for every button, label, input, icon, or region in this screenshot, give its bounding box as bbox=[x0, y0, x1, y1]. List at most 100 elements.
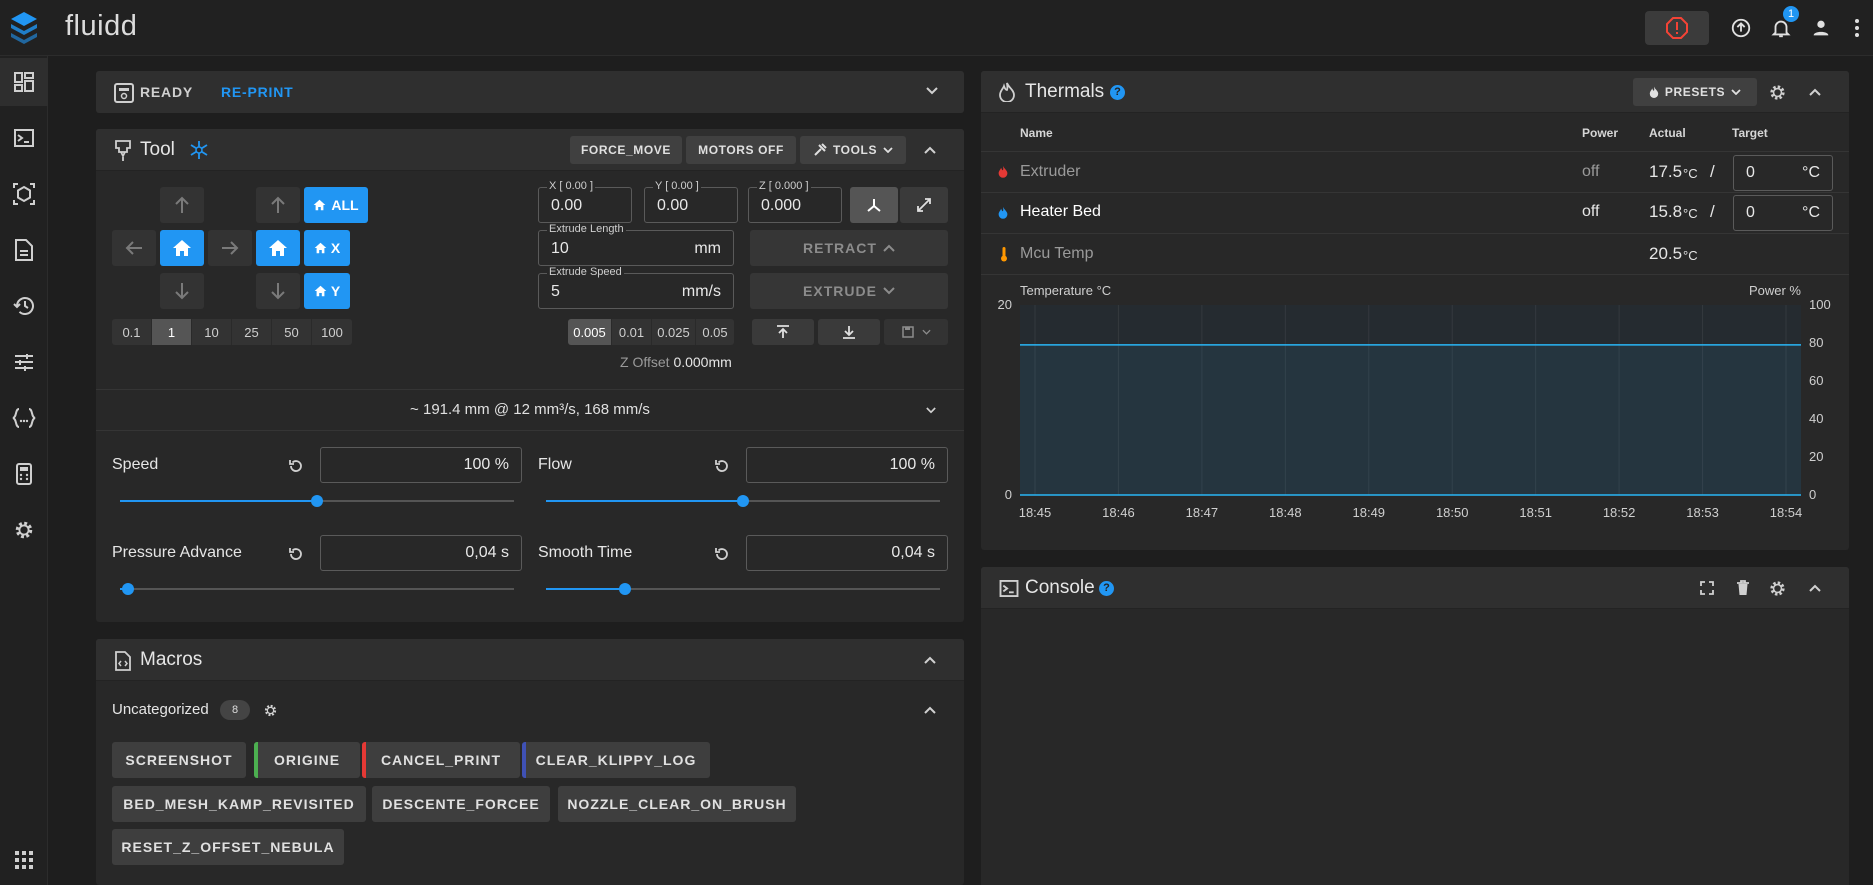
nav-tune[interactable] bbox=[0, 338, 48, 386]
macro-descente-forcee-button[interactable]: DESCENTE_FORCEE bbox=[372, 786, 550, 822]
gear-icon[interactable] bbox=[1768, 579, 1787, 598]
save-z-offset-button[interactable] bbox=[884, 319, 948, 345]
home-all-button[interactable]: ALL bbox=[304, 187, 368, 223]
macro-clear-klippy-log-button[interactable]: CLEAR_KLIPPY_LOG bbox=[522, 742, 710, 778]
reset-icon[interactable] bbox=[288, 458, 304, 474]
speed-slider-thumb[interactable] bbox=[311, 495, 323, 507]
jog-y-minus-button[interactable] bbox=[160, 273, 204, 309]
move-absolute-toggle[interactable] bbox=[850, 187, 898, 223]
smooth-time-slider-thumb[interactable] bbox=[619, 583, 631, 595]
macro-bed-mesh-kamp-revisited-button[interactable]: BED_MESH_KAMP_REVISITED bbox=[112, 786, 366, 822]
nav-dashboard[interactable] bbox=[0, 58, 48, 106]
z-step-0-01[interactable]: 0.01 bbox=[612, 319, 652, 345]
chevron-down-icon[interactable] bbox=[926, 87, 938, 95]
position-y-field[interactable]: Y [ 0.00 ] 0.00 bbox=[644, 180, 738, 223]
jog-y-plus-button[interactable] bbox=[160, 187, 204, 223]
help-icon[interactable]: ? bbox=[1099, 581, 1114, 596]
emergency-stop-button[interactable] bbox=[1645, 11, 1709, 45]
thermals-card-header: Thermals ? PRESETS bbox=[981, 71, 1849, 113]
pressure-advance-slider-thumb[interactable] bbox=[122, 583, 134, 595]
jog-z-plus-button[interactable] bbox=[256, 187, 300, 223]
console-output[interactable] bbox=[981, 610, 1849, 885]
z-step-0-005[interactable]: 0.005 bbox=[568, 319, 612, 345]
chevron-up-icon[interactable] bbox=[1809, 584, 1821, 592]
jog-x-plus-button[interactable] bbox=[208, 230, 252, 266]
extrude-speed-field[interactable]: Extrude Speed 5 mm/s bbox=[538, 266, 734, 309]
fullscreen-icon[interactable] bbox=[1700, 581, 1714, 595]
nav-calculator[interactable] bbox=[0, 450, 48, 498]
notifications-button[interactable]: 1 bbox=[1761, 0, 1801, 56]
reset-icon[interactable] bbox=[714, 546, 730, 562]
nav-history[interactable] bbox=[0, 282, 48, 330]
nav-printer[interactable] bbox=[0, 170, 48, 218]
nav-console[interactable] bbox=[0, 114, 48, 162]
tools-menu-button[interactable]: TOOLS bbox=[800, 136, 906, 164]
upload-button[interactable] bbox=[1721, 0, 1761, 56]
home-x-button[interactable]: X bbox=[304, 230, 350, 266]
flow-input[interactable]: 100 % bbox=[746, 447, 948, 483]
nav-files[interactable] bbox=[0, 226, 48, 274]
heater-target-input[interactable]: 0 °C bbox=[1733, 195, 1833, 231]
extrusion-summary-row[interactable]: ~ 191.4 mm @ 12 mm³/s, 168 mm/s bbox=[96, 390, 964, 430]
tool-card-header: Tool FORCE_MOVE MOTORS OFF TOOLS bbox=[96, 129, 964, 171]
gear-icon[interactable] bbox=[263, 703, 278, 718]
motors-off-button[interactable]: MOTORS OFF bbox=[686, 136, 796, 164]
sensor-name[interactable]: Mcu Temp bbox=[1020, 245, 1094, 263]
home-xy-button[interactable] bbox=[160, 230, 204, 266]
snowflake-fan-icon[interactable] bbox=[188, 140, 210, 160]
step-1[interactable]: 1 bbox=[152, 319, 192, 345]
nav-macros-config[interactable] bbox=[0, 394, 48, 442]
reset-icon[interactable] bbox=[288, 546, 304, 562]
speed-input[interactable]: 100 % bbox=[320, 447, 522, 483]
home-z-button[interactable] bbox=[256, 230, 300, 266]
z-down-button[interactable] bbox=[818, 319, 880, 345]
presets-menu-button[interactable]: PRESETS bbox=[1633, 78, 1757, 106]
position-x-field[interactable]: X [ 0.00 ] 0.00 bbox=[538, 180, 632, 223]
macro-screenshot-button[interactable]: SCREENSHOT bbox=[112, 742, 246, 778]
fluidd-logo-icon[interactable] bbox=[0, 0, 48, 56]
z-step-0-025[interactable]: 0.025 bbox=[652, 319, 696, 345]
user-button[interactable] bbox=[1801, 0, 1841, 56]
home-y-button[interactable]: Y bbox=[304, 273, 350, 309]
z-up-button[interactable] bbox=[752, 319, 814, 345]
more-menu-button[interactable] bbox=[1841, 0, 1873, 56]
macro-cancel-print-button[interactable]: CANCEL_PRINT bbox=[362, 742, 520, 778]
step-0-1[interactable]: 0.1 bbox=[112, 319, 152, 345]
step-50[interactable]: 50 bbox=[272, 319, 312, 345]
gear-icon[interactable] bbox=[1768, 83, 1787, 102]
heater-name[interactable]: Extruder bbox=[1020, 163, 1080, 181]
chevron-down-icon[interactable] bbox=[926, 407, 936, 414]
extrude-length-field[interactable]: Extrude Length 10 mm bbox=[538, 223, 734, 266]
trash-icon[interactable] bbox=[1736, 580, 1750, 596]
jog-x-minus-button[interactable] bbox=[112, 230, 156, 266]
nav-settings[interactable] bbox=[0, 506, 48, 554]
heater-target-input[interactable]: 0 °C bbox=[1733, 155, 1833, 191]
position-z-field[interactable]: Z [ 0.000 ] 0.000 bbox=[748, 180, 842, 223]
step-10[interactable]: 10 bbox=[192, 319, 232, 345]
macro-reset-z-offset-nebula-button[interactable]: RESET_Z_OFFSET_NEBULA bbox=[112, 829, 344, 865]
chevron-up-icon[interactable] bbox=[924, 656, 936, 664]
chevron-up-icon[interactable] bbox=[924, 706, 936, 714]
chevron-up-icon[interactable] bbox=[1809, 88, 1821, 96]
macro-origine-button[interactable]: ORIGINE bbox=[254, 742, 360, 778]
reprint-button[interactable]: RE-PRINT bbox=[221, 84, 294, 100]
heater-name[interactable]: Heater Bed bbox=[1020, 203, 1101, 221]
temperature-chart[interactable]: Temperature °C Power % 18:45 18:46 18:47 18… bbox=[981, 281, 1849, 546]
smooth-time-input[interactable]: 0,04 s bbox=[746, 535, 948, 571]
jog-z-minus-button[interactable] bbox=[256, 273, 300, 309]
force-move-button[interactable]: FORCE_MOVE bbox=[570, 136, 682, 164]
nav-apps[interactable] bbox=[0, 836, 48, 884]
flow-slider-thumb[interactable] bbox=[737, 495, 749, 507]
step-100[interactable]: 100 bbox=[312, 319, 352, 345]
help-icon[interactable]: ? bbox=[1110, 85, 1125, 100]
macro-nozzle-clear-on-brush-button[interactable]: NOZZLE_CLEAR_ON_BRUSH bbox=[558, 786, 796, 822]
chevron-up-icon[interactable] bbox=[924, 146, 936, 154]
step-25[interactable]: 25 bbox=[232, 319, 272, 345]
pressure-advance-slider-track[interactable] bbox=[120, 588, 514, 590]
pressure-advance-input[interactable]: 0,04 s bbox=[320, 535, 522, 571]
extrude-button[interactable]: EXTRUDE bbox=[750, 273, 948, 309]
retract-button[interactable]: RETRACT bbox=[750, 230, 948, 266]
z-step-0-05[interactable]: 0.05 bbox=[696, 319, 734, 345]
move-relative-toggle[interactable] bbox=[900, 187, 948, 223]
reset-icon[interactable] bbox=[714, 458, 730, 474]
